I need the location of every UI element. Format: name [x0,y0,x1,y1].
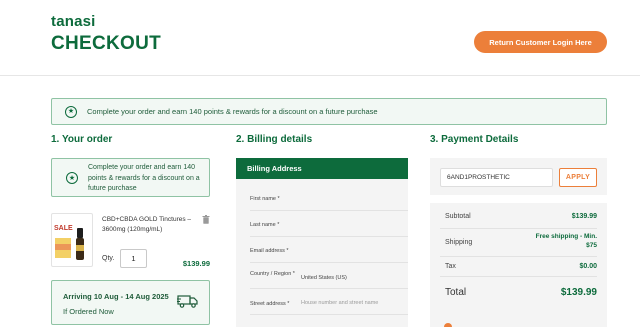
last-name-label: Last name * [250,222,280,228]
first-name-label: First name * [250,196,280,202]
quantity-label: Qty. [102,255,115,262]
coupon-code-input[interactable] [440,168,553,187]
order-rewards-box: ★ Complete your order and earn 140 point… [51,158,210,197]
billing-address-header: Billing Address [236,158,408,179]
total-row: Total $139.99 [440,277,597,305]
street-address-placeholder: House number and street name [301,300,379,306]
bottle-label [76,245,84,251]
subtotal-label: Subtotal [445,213,471,220]
quantity-input[interactable] [120,249,147,268]
delivery-estimate-title: Arriving 10 Aug - 14 Aug 2025 [63,292,169,301]
shipping-value: Free shipping - Min. $75 [535,233,597,249]
country-label: Country / Region * [250,271,295,277]
brand-logo[interactable]: tanasi [51,13,96,30]
trash-icon[interactable] [202,215,210,224]
rewards-banner-text: Complete your order and earn 140 points … [87,107,378,116]
star-badge-icon: ★ [65,105,77,118]
delivery-estimate-box: Arriving 10 Aug - 14 Aug 2025 If Ordered… [51,280,210,325]
email-label: Email address * [250,248,289,254]
star-badge-icon: ★ [66,172,78,184]
bottle-cap [77,228,83,238]
product-name[interactable]: CBD+CBDA GOLD Tinctures – 3600mg (120mg/… [102,215,200,235]
first-name-field[interactable]: First name * [250,185,408,211]
email-field[interactable]: Email address * [250,237,408,263]
street-address-label: Street address * [250,301,290,307]
payment-method-radio[interactable] [444,323,452,327]
truck-icon [177,295,198,308]
subtotal-row: Subtotal $139.99 [440,203,597,229]
checkout-header: tanasi CHECKOUT Return Customer Login He… [0,0,640,76]
page-title: CHECKOUT [51,33,162,54]
billing-details-title: 2. Billing details [236,134,313,145]
rewards-banner: ★ Complete your order and earn 140 point… [51,98,607,125]
total-value: $139.99 [560,287,597,298]
your-order-title: 1. Your order [51,134,113,145]
product-price: $139.99 [182,259,210,268]
last-name-field[interactable]: Last name * [250,211,408,237]
tax-label: Tax [445,263,456,270]
shipping-label: Shipping [445,239,473,246]
street-address-field[interactable]: Street address * House number and street… [250,289,408,315]
order-summary: Subtotal $139.99 Shipping Free shipping … [430,203,607,327]
shipping-row: Shipping Free shipping - Min. $75 [440,229,597,257]
return-customer-login-button[interactable]: Return Customer Login Here [474,31,607,53]
total-label: Total [445,287,467,298]
subtotal-value: $139.99 [571,213,597,220]
product-image-graphic [55,238,71,258]
payment-details-title: 3. Payment Details [430,134,519,145]
payment-details-panel: APPLY Subtotal $139.99 Shipping Free shi… [430,158,607,327]
delivery-estimate-subtitle: If Ordered Now [63,307,114,316]
order-rewards-text: Complete your order and earn 140 points … [88,164,200,192]
tax-row: Tax $0.00 [440,257,597,277]
billing-address-form: Billing Address First name * Last name *… [236,158,408,327]
country-value: United States (US) [301,275,347,281]
country-select[interactable]: Country / Region * United States (US) [250,263,408,289]
apply-coupon-button[interactable]: APPLY [559,168,597,187]
product-image[interactable]: SALE [51,213,93,267]
sale-tag: SALE [54,225,73,232]
coupon-area: APPLY [430,158,607,195]
tax-value: $0.00 [579,263,597,270]
